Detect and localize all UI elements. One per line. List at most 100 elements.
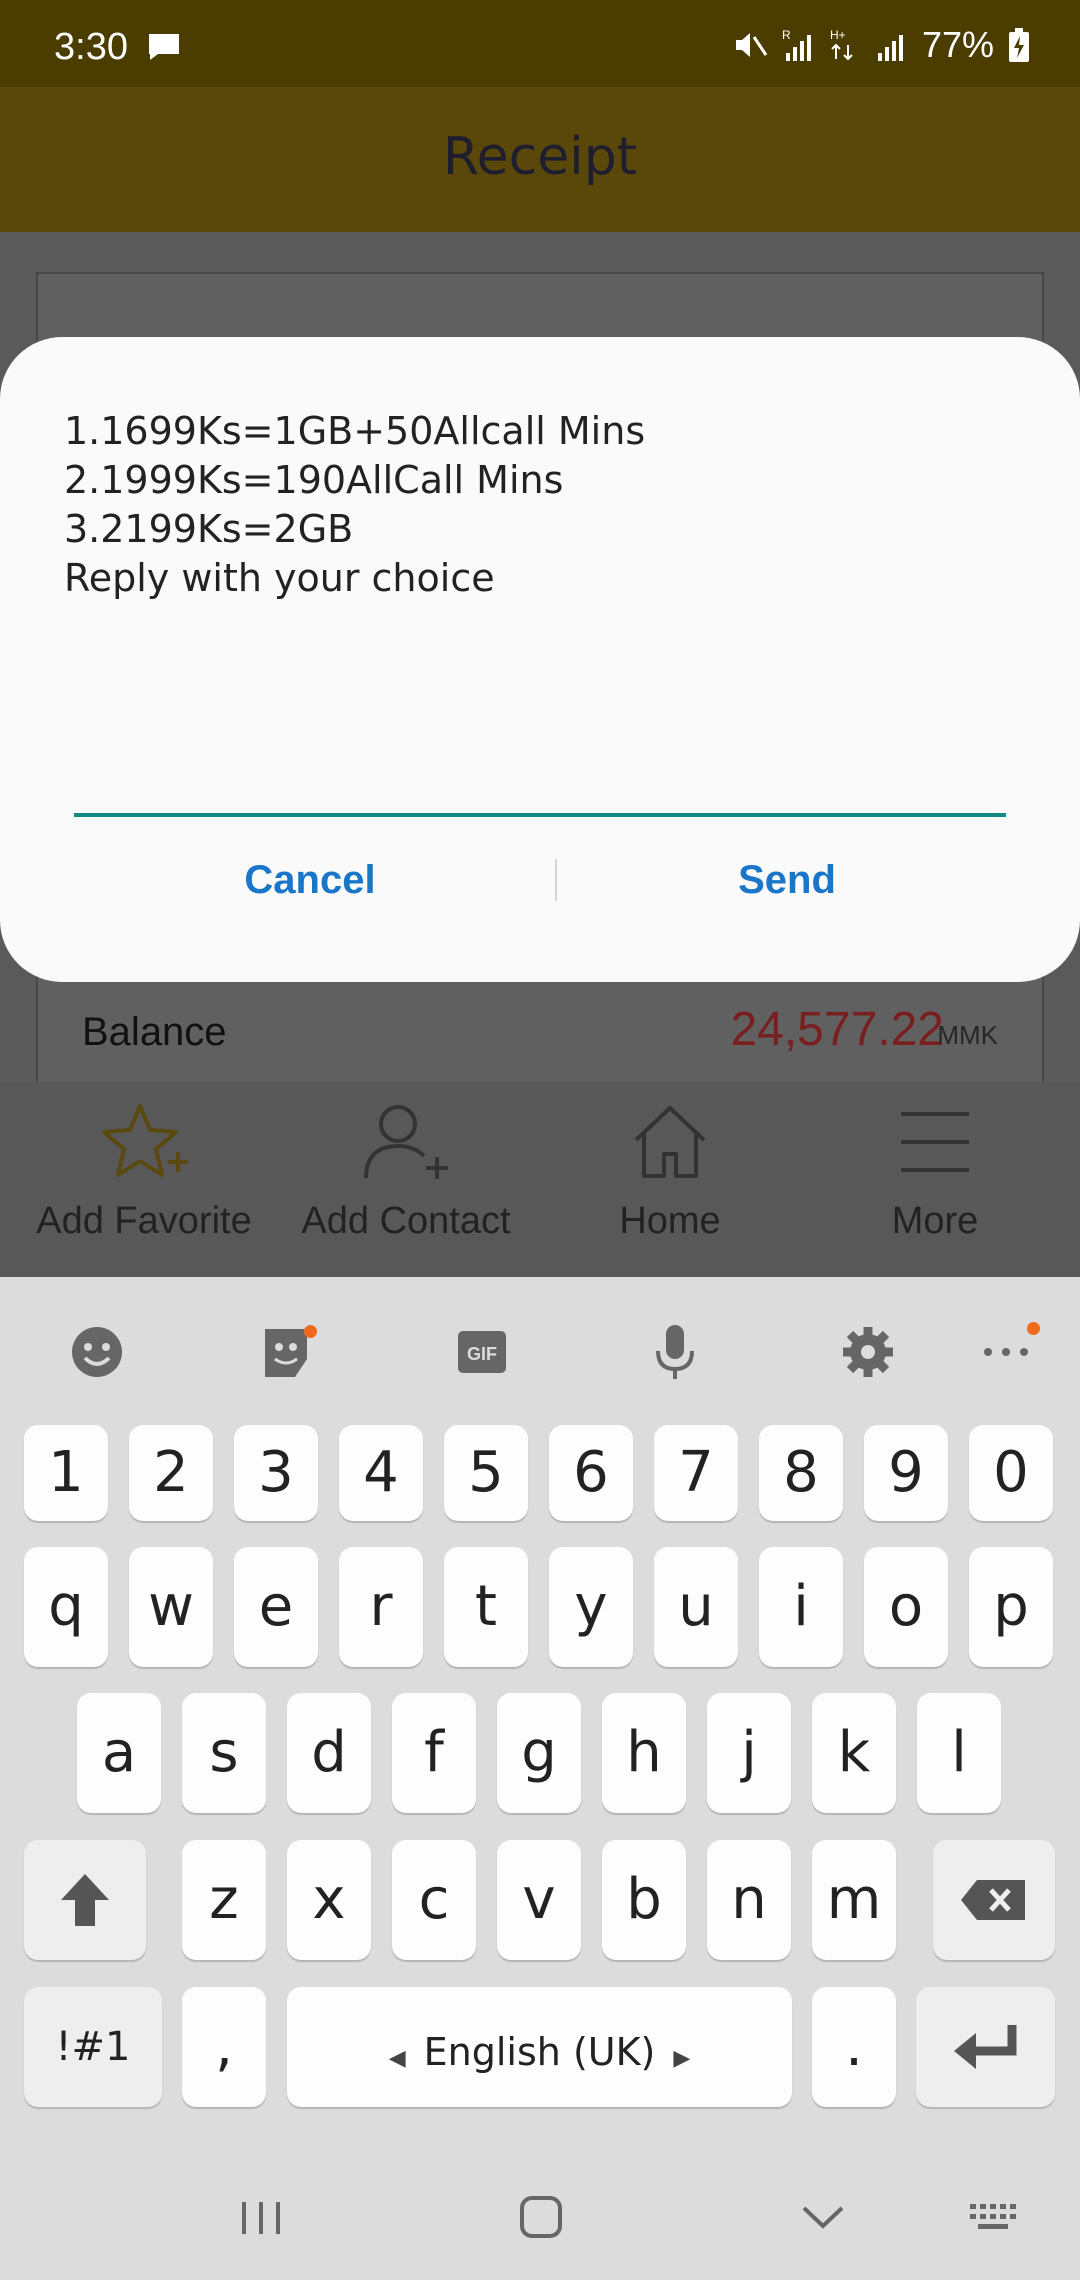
home-button[interactable]: Home [535, 1082, 805, 1277]
arrow-right-icon: ▶ [673, 2046, 691, 2071]
key-g[interactable]: g [497, 1693, 581, 1813]
key-t[interactable]: t [444, 1547, 528, 1667]
nav-label-home: Home [619, 1200, 721, 1242]
key-j[interactable]: j [707, 1693, 791, 1813]
add-contact-button[interactable]: Add Contact [271, 1082, 541, 1277]
key-l[interactable]: l [917, 1693, 1001, 1813]
key-f[interactable]: f [392, 1693, 476, 1813]
key-2[interactable]: 2 [129, 1425, 213, 1521]
space-key-label: English (UK) [423, 2030, 656, 2074]
svg-text:R: R [782, 28, 791, 42]
key-a[interactable]: a [77, 1693, 161, 1813]
key-e[interactable]: e [234, 1547, 318, 1667]
page-title: Receipt [442, 127, 638, 187]
dialog-message-line: 2.1999Ks=190AllCall Mins [64, 458, 564, 502]
key-w[interactable]: w [129, 1547, 213, 1667]
person-plus-icon [364, 1105, 448, 1179]
backspace-icon [961, 1880, 1025, 1920]
settings-icon[interactable] [833, 1317, 903, 1387]
key-4[interactable]: 4 [339, 1425, 423, 1521]
key-h[interactable]: h [602, 1693, 686, 1813]
nav-label-add-favorite: Add Favorite [36, 1200, 252, 1242]
key-u[interactable]: u [654, 1547, 738, 1667]
home-nav-icon[interactable] [518, 2188, 564, 2248]
keyboard-switch-icon[interactable] [966, 2188, 1022, 2248]
button-divider [555, 859, 557, 901]
key-m[interactable]: m [812, 1840, 896, 1960]
key-i[interactable]: i [759, 1547, 843, 1667]
recent-apps-icon[interactable] [238, 2188, 284, 2248]
enter-icon [953, 2025, 1016, 2069]
key-s[interactable]: s [182, 1693, 266, 1813]
key-y[interactable]: y [549, 1547, 633, 1667]
message-icon [149, 34, 179, 60]
key-r[interactable]: r [339, 1547, 423, 1667]
add-favorite-button[interactable]: Add Favorite [9, 1082, 279, 1277]
shift-icon [61, 1874, 109, 1926]
key-v[interactable]: v [497, 1840, 581, 1960]
send-button[interactable]: Send [587, 837, 987, 923]
signal-icon: R [782, 28, 811, 61]
data-icon: H+ [830, 28, 853, 61]
keyboard: GIF !#1 , ◀ English (UK) ▶ . 1 2 3 4 5 6… [0, 1277, 1080, 2280]
key-c[interactable]: c [392, 1840, 476, 1960]
star-plus-icon [102, 1104, 188, 1177]
dialog-message-line: 1.1699Ks=1GB+50Allcall Mins [64, 409, 646, 453]
nav-label-more: More [891, 1200, 979, 1242]
gif-icon[interactable]: GIF [447, 1317, 517, 1387]
key-q[interactable]: q [24, 1547, 108, 1667]
key-p[interactable]: p [969, 1547, 1053, 1667]
balance-currency: MMK [937, 1020, 998, 1050]
backspace-key[interactable] [933, 1840, 1055, 1960]
svg-text:GIF: GIF [467, 1344, 497, 1364]
home-icon [634, 1106, 706, 1178]
key-1[interactable]: 1 [24, 1425, 108, 1521]
key-n[interactable]: n [707, 1840, 791, 1960]
battery-icon [1009, 28, 1029, 62]
key-d[interactable]: d [287, 1693, 371, 1813]
nav-label-add-contact: Add Contact [301, 1200, 511, 1242]
microphone-icon[interactable] [640, 1317, 710, 1387]
status-time: 3:30 [54, 26, 128, 68]
symbols-key[interactable]: !#1 [24, 1987, 162, 2107]
balance-label: Balance [82, 1010, 227, 1054]
dialog-message: 1.1699Ks=1GB+50Allcall Mins 2.1999Ks=190… [64, 407, 645, 603]
reply-input[interactable] [74, 747, 1006, 817]
signal-bars-icon [877, 35, 903, 61]
emoji-icon[interactable] [62, 1317, 132, 1387]
key-9[interactable]: 9 [864, 1425, 948, 1521]
key-b[interactable]: b [602, 1840, 686, 1960]
dialog-message-line: Reply with your choice [64, 556, 495, 600]
hide-keyboard-icon[interactable] [800, 2188, 846, 2248]
enter-key[interactable] [916, 1987, 1055, 2107]
key-3[interactable]: 3 [234, 1425, 318, 1521]
balance-value: 24,577.22 [730, 1003, 944, 1056]
shift-key[interactable] [24, 1840, 146, 1960]
key-6[interactable]: 6 [549, 1425, 633, 1521]
bottom-nav: Add Favorite Add Contact Home More [0, 1082, 1080, 1277]
menu-icon [901, 1112, 969, 1172]
status-bar: 3:30 R H+ 77% [0, 0, 1080, 87]
svg-text:H+: H+ [830, 28, 846, 42]
key-z[interactable]: z [182, 1840, 266, 1960]
space-key[interactable]: ◀ English (UK) ▶ [287, 1987, 792, 2107]
key-5[interactable]: 5 [444, 1425, 528, 1521]
notification-dot [304, 1325, 317, 1338]
notification-dot [1027, 1322, 1040, 1335]
ussd-dialog: 1.1699Ks=1GB+50Allcall Mins 2.1999Ks=190… [0, 337, 1080, 982]
keyboard-toolbar: GIF [0, 1277, 1080, 1427]
cancel-button[interactable]: Cancel [110, 837, 510, 923]
period-key[interactable]: . [812, 1987, 896, 2107]
key-k[interactable]: k [812, 1693, 896, 1813]
battery-percent: 77% [921, 24, 994, 65]
key-x[interactable]: x [287, 1840, 371, 1960]
more-button[interactable]: More [800, 1082, 1070, 1277]
key-7[interactable]: 7 [654, 1425, 738, 1521]
app-bar: Receipt [0, 87, 1080, 232]
key-0[interactable]: 0 [969, 1425, 1053, 1521]
key-8[interactable]: 8 [759, 1425, 843, 1521]
dialog-message-line: 3.2199Ks=2GB [64, 507, 354, 551]
comma-key[interactable]: , [182, 1987, 266, 2107]
key-o[interactable]: o [864, 1547, 948, 1667]
mute-icon [735, 33, 768, 57]
